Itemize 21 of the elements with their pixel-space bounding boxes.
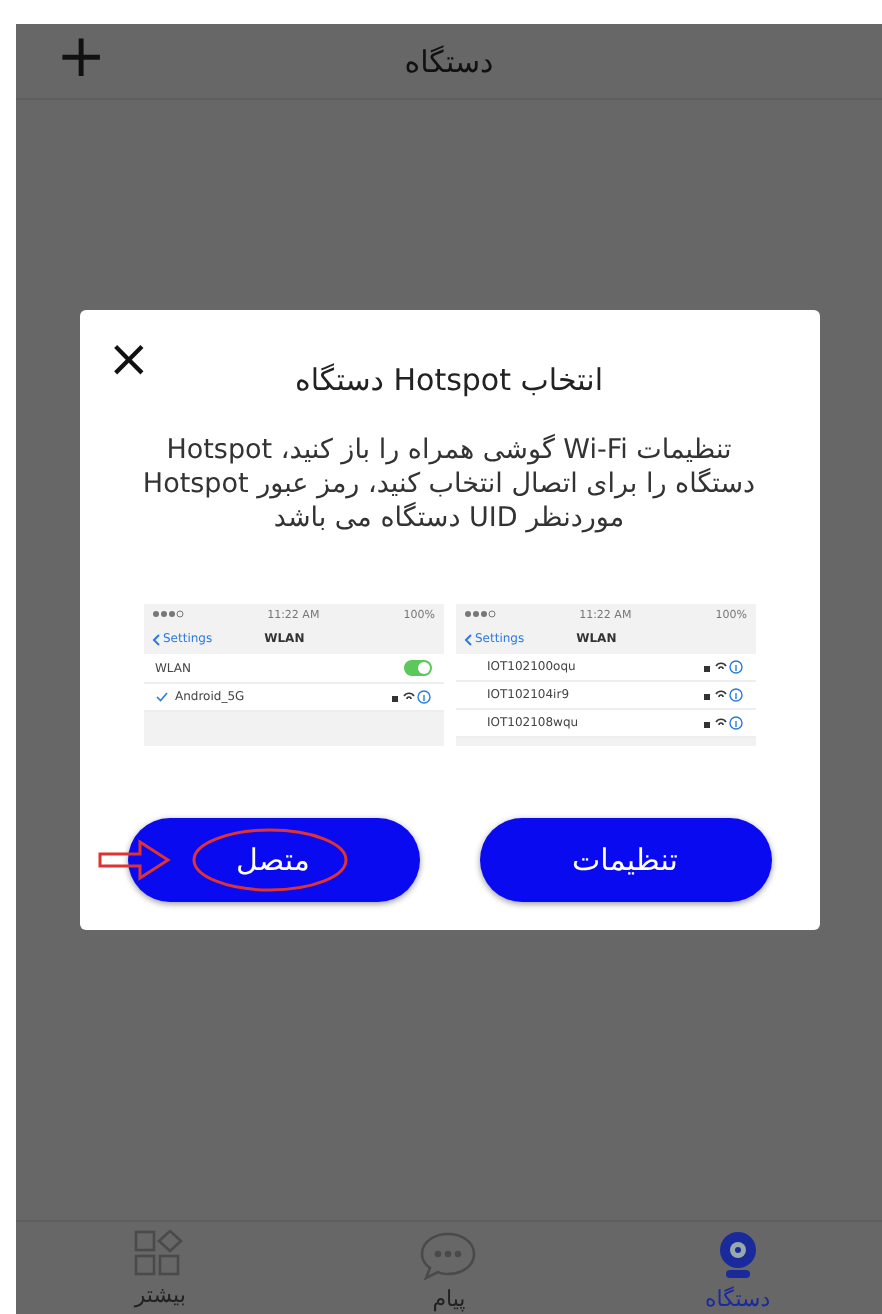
dialog-button[interactable]: تنظیمات: [479, 818, 771, 902]
lock-wifi-info-icon: [391, 690, 431, 704]
header-title: دستگاه: [404, 43, 494, 79]
add-button[interactable]: +: [56, 28, 107, 88]
chat-bubble-icon: [418, 1230, 479, 1282]
back-chevron-icon: [463, 633, 471, 645]
dialog-title: انتخاب Hotspot دستگاه: [294, 362, 603, 398]
back-chevron-icon: [151, 633, 159, 645]
tab-bar-item[interactable]: بیشتر: [80, 1230, 241, 1308]
signal-icon: [463, 610, 495, 618]
signal-icon: [151, 610, 183, 618]
checkmark-icon: [155, 692, 167, 702]
dialog-button[interactable]: متصل: [127, 818, 419, 902]
tab-bar-item[interactable]: پیام: [368, 1230, 529, 1312]
lock-wifi-info-icon: [703, 660, 743, 674]
grid-icon: [134, 1230, 187, 1278]
dialog-message: تنظیمات Wi-Fi گوشی همراه را باز کنید، Hotspot دستگاه را برای اتصال انتخاب کنید، رمز عبور Hotspot موردنظر UID دستگاه می باشد: [140, 434, 758, 536]
lock-wifi-info-icon: [703, 688, 743, 702]
lock-wifi-info-icon: [703, 716, 743, 730]
tab-bar-item[interactable]: دستگاه: [657, 1230, 818, 1312]
close-button[interactable]: ×: [107, 334, 151, 386]
